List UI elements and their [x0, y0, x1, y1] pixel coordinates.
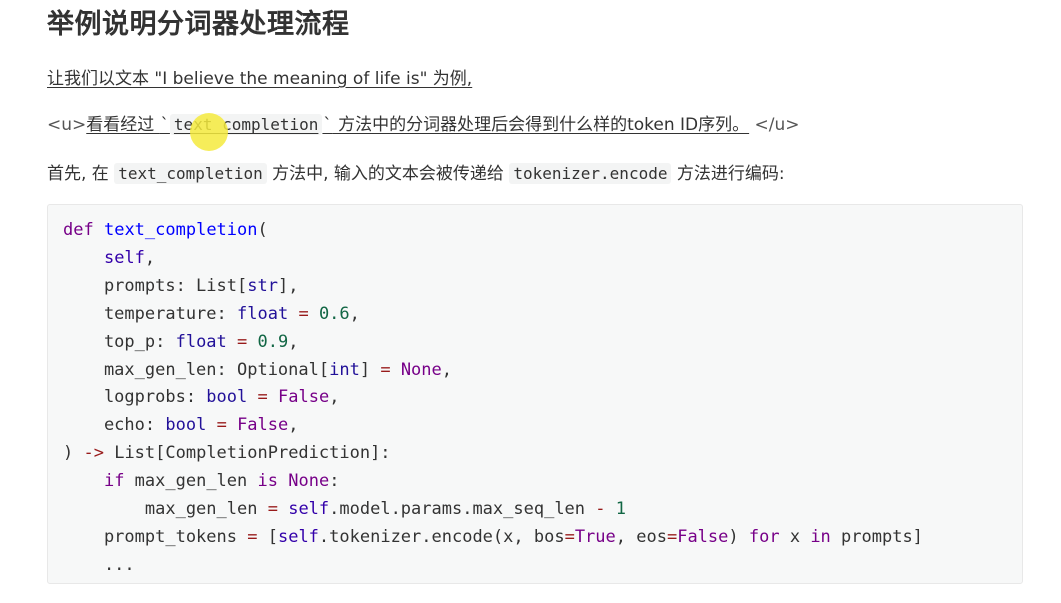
code-line: ) -> List[CompletionPrediction]:: [63, 443, 391, 464]
code-line: if max_gen_len is None:: [103, 471, 340, 492]
code-line: ...: [63, 554, 135, 575]
u-close-tag: </u>: [754, 115, 800, 135]
inline-code-a: text_completion: [114, 163, 267, 184]
backtick-open: `: [159, 115, 170, 135]
code-block[interactable]: def text_completion( self, prompts: List…: [47, 204, 1023, 584]
underlined-text-b: 方法中的分词器处理后会得到什么样的token ID序列。: [332, 115, 750, 135]
explanation-text-b: 方法中, 输入的文本会被传递给: [266, 164, 510, 184]
backtick-close: `: [322, 115, 333, 135]
code-line: temperature: float = 0.6,: [63, 303, 360, 324]
underlined-text-a: 看看经过: [86, 115, 160, 135]
code-line: prompts: List[str],: [63, 275, 299, 296]
underlined-paragraph: <u>看看经过 ` text_completion ` 方法中的分词器处理后会得到什…: [47, 110, 800, 135]
u-open-tag: <u>: [47, 115, 87, 135]
explanation-text-a: 首先, 在: [47, 164, 115, 184]
code-line: max_gen_len: Optional[int] = None,: [63, 359, 453, 380]
code-line: self,: [103, 247, 156, 268]
intro-paragraph: 让我们以文本 "I believe the meaning of life is…: [47, 69, 473, 89]
section-heading: 举例说明分词器处理流程: [47, 9, 350, 40]
inline-code-text-completion: text_completion: [169, 114, 323, 135]
explanation-text-c: 方法进行编码:: [671, 164, 785, 184]
code-line: logprobs: bool = False,: [63, 387, 340, 408]
code-line: max_gen_len = self.model.params.max_seq_…: [63, 499, 627, 520]
inline-code-b: tokenizer.encode: [509, 163, 672, 184]
code-line: echo: bool = False,: [63, 415, 299, 436]
code-content[interactable]: def text_completion( self, prompts: List…: [63, 217, 923, 580]
explanation-paragraph: 首先, 在 text_completion 方法中, 输入的文本会被传递给 to…: [47, 159, 785, 184]
code-line: def text_completion(: [63, 220, 268, 240]
code-line: top_p: float = 0.9,: [63, 331, 299, 352]
underlined-text: 看看经过 ` text_completion ` 方法中的分词器处理后会得到什么样的…: [86, 114, 750, 135]
code-line: prompt_tokens = [self.tokenizer.encode(x…: [63, 526, 923, 547]
